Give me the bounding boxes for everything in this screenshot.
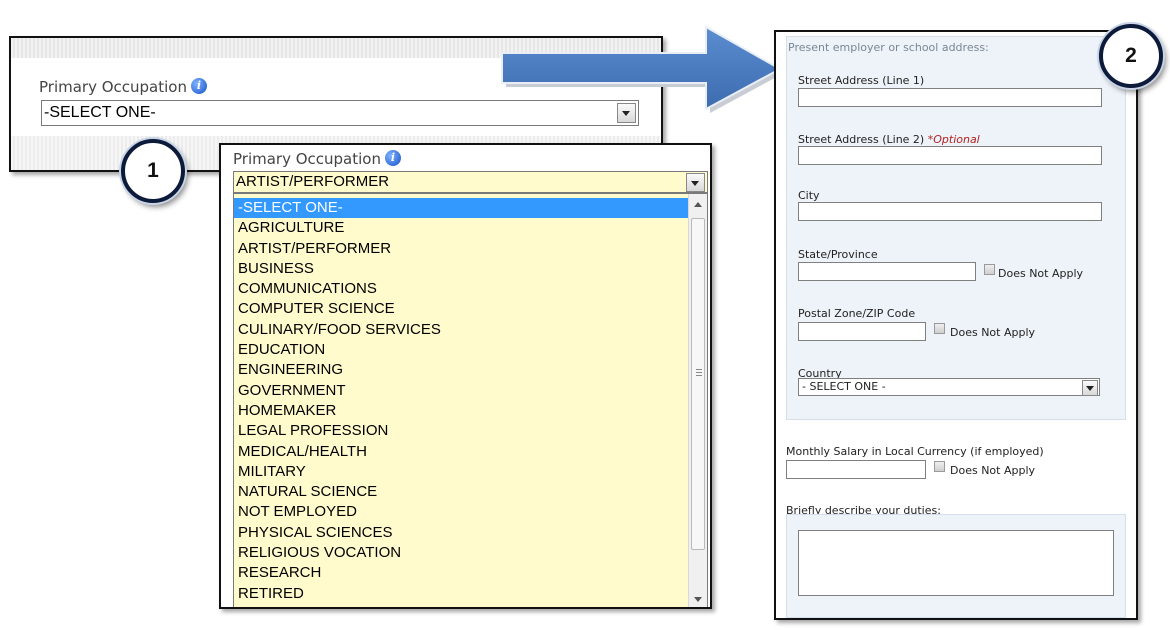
occupation-option[interactable]: LEGAL PROFESSION — [234, 421, 688, 441]
state-input[interactable] — [798, 262, 976, 281]
occupation-option[interactable]: NOT EMPLOYED — [234, 502, 688, 522]
occupation-option[interactable]: RETIRED — [234, 584, 688, 604]
occupation-option[interactable]: AGRICULTURE — [234, 218, 688, 238]
state-label: State/Province — [798, 248, 878, 261]
postal-does-not-apply-label: Does Not Apply — [950, 326, 1036, 339]
occupation-option[interactable]: MILITARY — [234, 462, 688, 482]
occupation-option[interactable]: BUSINESS — [234, 259, 688, 279]
state-does-not-apply-checkbox[interactable] — [984, 264, 995, 275]
occupation-option[interactable]: COMPUTER SCIENCE — [234, 299, 688, 319]
primary-occupation-selected-value: -SELECT ONE- — [44, 104, 156, 121]
list-scrollbar[interactable] — [688, 194, 707, 607]
step-badge-2-number: 2 — [1125, 44, 1137, 67]
occupation-option[interactable]: PHYSICAL SCIENCES — [234, 523, 688, 543]
street2-label-text: Street Address (Line 2) — [798, 133, 925, 146]
chevron-down-icon[interactable] — [1082, 380, 1098, 396]
primary-occupation-label: Primary Occupation i — [39, 78, 207, 96]
occupation-option[interactable]: CULINARY/FOOD SERVICES — [234, 320, 688, 340]
salary-does-not-apply-label: Does Not Apply — [950, 464, 1036, 477]
country-selected-value: - SELECT ONE - — [802, 380, 886, 393]
street2-label: Street Address (Line 2) *Optional — [798, 133, 980, 146]
occupation-option[interactable]: GOVERNMENT — [234, 381, 688, 401]
occupation-option[interactable]: RELIGIOUS VOCATION — [234, 543, 688, 563]
street1-input[interactable] — [798, 88, 1102, 107]
occupation-option[interactable]: MEDICAL/HEALTH — [234, 442, 688, 462]
salary-label: Monthly Salary in Local Currency (if emp… — [786, 445, 1044, 458]
duties-textarea[interactable] — [798, 530, 1114, 596]
step-badge-2: 2 — [1099, 24, 1163, 88]
primary-occupation-label-text-2: Primary Occupation — [233, 150, 381, 168]
occupation-option[interactable]: COMMUNICATIONS — [234, 279, 688, 299]
street2-input[interactable] — [798, 146, 1102, 165]
chevron-down-icon[interactable] — [686, 173, 705, 192]
occupation-option[interactable]: ARTIST/PERFORMER — [234, 239, 688, 259]
address-section-title: Present employer or school address: — [788, 41, 989, 54]
postal-input[interactable] — [798, 322, 926, 341]
occupation-option[interactable]: NATURAL SCIENCE — [234, 482, 688, 502]
primary-occupation-label-2: Primary Occupation i — [233, 150, 401, 168]
salary-input[interactable] — [786, 460, 926, 479]
primary-occupation-select-open[interactable]: ARTIST/PERFORMER — [233, 171, 708, 193]
optional-tag: *Optional — [927, 133, 980, 146]
postal-does-not-apply-checkbox[interactable] — [934, 323, 945, 334]
occupation-option[interactable]: RESEARCH — [234, 563, 688, 583]
scroll-down-arrow-icon[interactable] — [694, 597, 702, 602]
employer-address-panel: Present employer or school address: Stre… — [774, 30, 1138, 620]
occupation-option[interactable]: -SELECT ONE- — [234, 198, 688, 219]
scroll-up-arrow-icon[interactable] — [694, 202, 702, 207]
state-does-not-apply-label: Does Not Apply — [998, 267, 1084, 280]
city-input[interactable] — [798, 202, 1102, 221]
street1-label: Street Address (Line 1) — [798, 74, 925, 87]
occupation-option[interactable]: EDUCATION — [234, 340, 688, 360]
occupation-option[interactable]: HOMEMAKER — [234, 401, 688, 421]
city-label: City — [798, 189, 820, 202]
primary-occupation-label-text: Primary Occupation — [39, 78, 187, 96]
occupation-panel-open: Primary Occupation i ARTIST/PERFORMER -SE… — [219, 143, 712, 609]
scrollbar-thumb[interactable] — [691, 218, 705, 550]
primary-occupation-selected-value-2: ARTIST/PERFORMER — [236, 173, 390, 190]
step-badge-1: 1 — [121, 139, 185, 203]
info-icon[interactable]: i — [191, 78, 207, 94]
country-select[interactable]: - SELECT ONE - — [798, 378, 1100, 396]
step-badge-1-number: 1 — [147, 159, 159, 182]
info-icon[interactable]: i — [385, 150, 401, 166]
occupation-option[interactable]: ENGINEERING — [234, 360, 688, 380]
grip-icon — [696, 369, 702, 377]
right-arrow-icon — [501, 25, 784, 113]
postal-label: Postal Zone/ZIP Code — [798, 307, 916, 320]
occupation-options-list[interactable]: -SELECT ONE- AGRICULTURE ARTIST/PERFORME… — [233, 193, 708, 607]
salary-does-not-apply-checkbox[interactable] — [934, 461, 945, 472]
